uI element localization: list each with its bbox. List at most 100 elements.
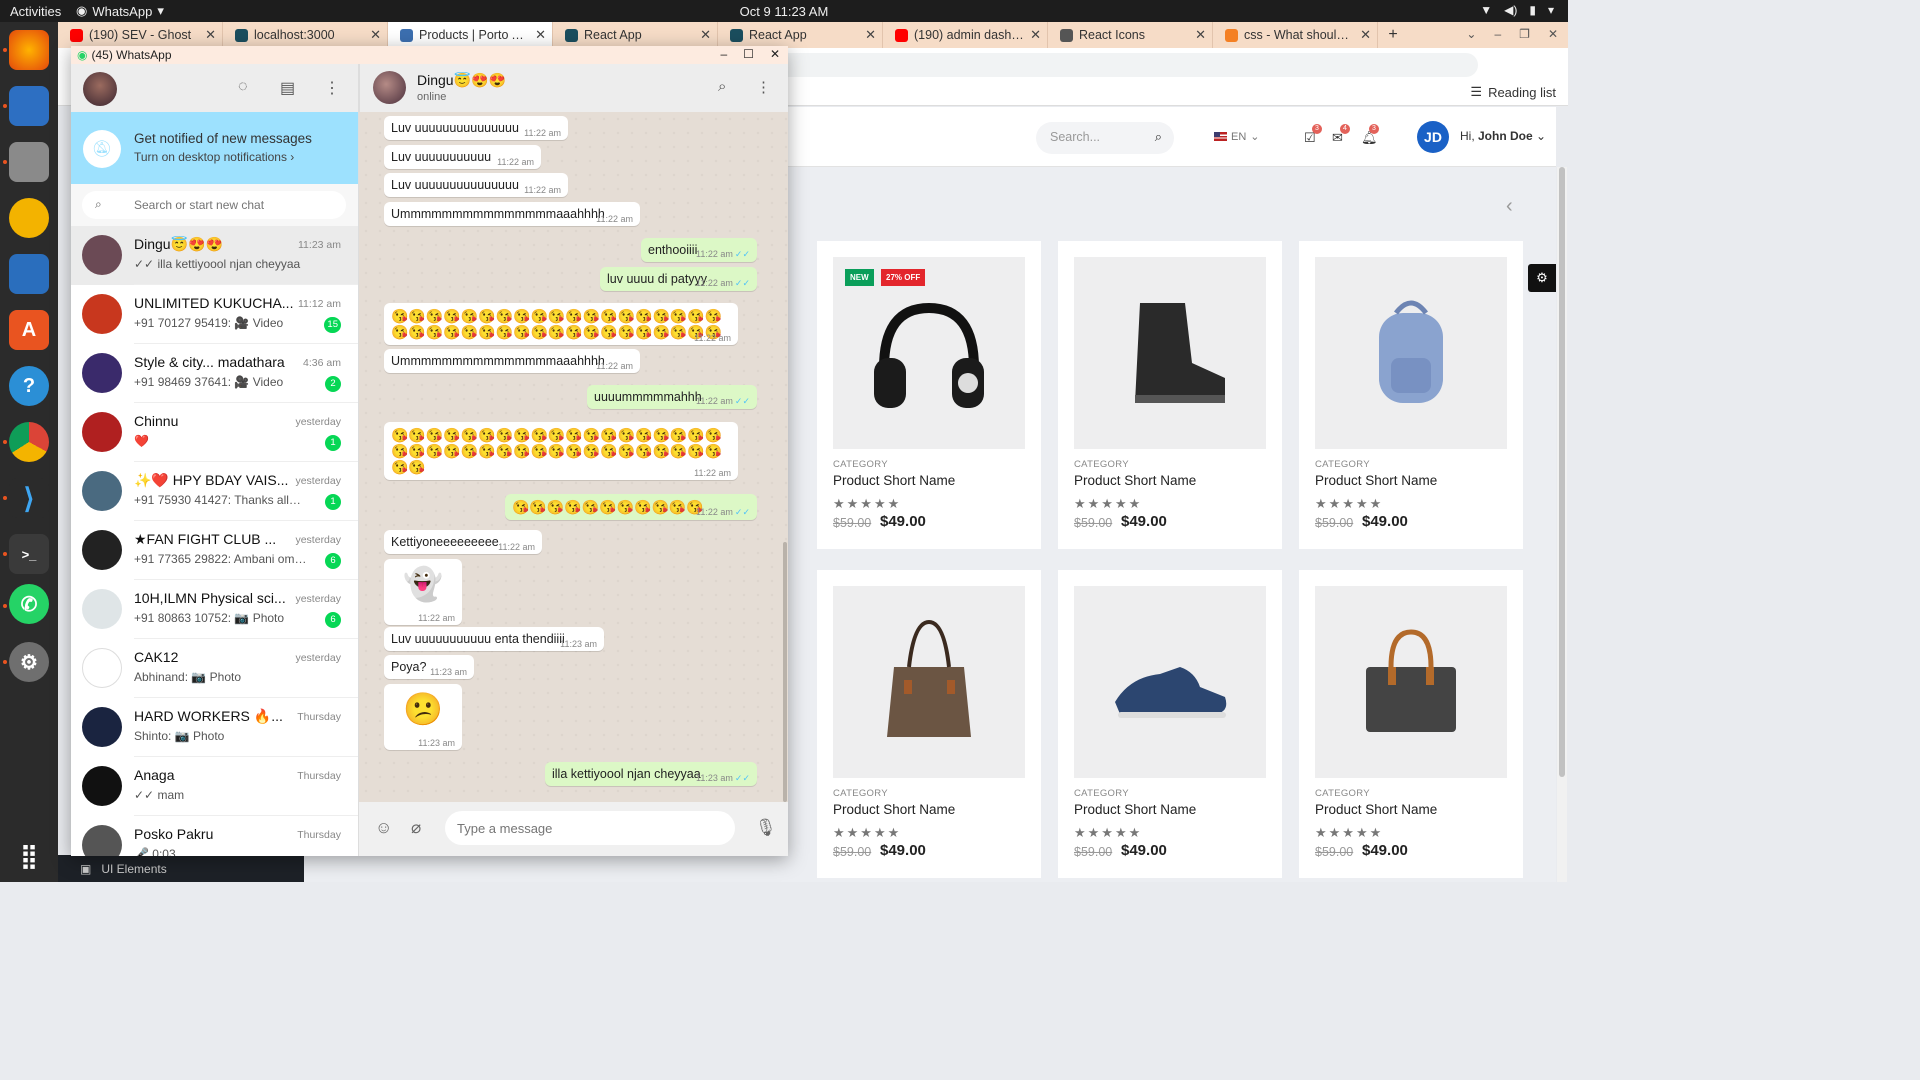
bell-icon[interactable]: 🔔︎ 3 (1361, 124, 1379, 146)
close-icon[interactable]: ✕ (535, 27, 546, 43)
page-scrollbar[interactable] (1557, 167, 1567, 882)
incoming-message[interactable]: Luv uuuuuuuuuuuuuuu 11:22 am (384, 116, 568, 140)
software-center-icon[interactable]: A (9, 310, 49, 350)
chat-list-item[interactable]: Dingu😇😍😍 11:23 am ✓✓ illa kettiyoool njan … (71, 226, 358, 285)
emoji-icon[interactable]: ☺ (375, 818, 392, 838)
contact-avatar[interactable] (373, 71, 406, 104)
incoming-message[interactable]: 😘😘😘😘😘😘😘😘😘😘😘😘😘😘😘😘😘😘😘😘😘😘😘😘😘😘😘😘😘😘😘😘😘😘😘😘😘😘😘😘… (384, 422, 738, 480)
menu-dots-icon[interactable]: ⋮ (756, 78, 771, 96)
outgoing-message[interactable]: 😘😘😘😘😘😘😘😘😘😘😘 11:22 am ✓✓ (505, 494, 757, 520)
notification-banner[interactable]: 🔕︎ Get notified of new messages Turn on … (71, 112, 358, 184)
menu-dots-icon[interactable]: ⋮ (324, 78, 340, 98)
admin-search-input[interactable]: Search... ⌕ (1036, 122, 1174, 154)
incoming-message[interactable]: 😘😘😘😘😘😘😘😘😘😘😘😘😘😘😘😘😘😘😘😘😘😘😘😘😘😘😘😘😘😘😘😘😘😘😘😘😘😘 11… (384, 303, 738, 345)
microphone-icon[interactable]: 🎙︎ (755, 818, 777, 838)
search-icon[interactable]: ⌕ (1155, 129, 1162, 145)
minimize-icon[interactable]: – (1494, 27, 1501, 41)
product-image[interactable] (1074, 257, 1266, 449)
vscode-icon[interactable]: ⟩ (9, 478, 49, 518)
conversation-header[interactable]: Dingu😇😍😍 online ⌕ ⋮ (359, 64, 788, 112)
incoming-message[interactable]: Kettiyoneeeeeeeee 11:22 am (384, 530, 542, 554)
chat-list-item[interactable]: ✨❤️ HPY BDAY VAIS... yesterday +91 75930 4… (71, 462, 358, 521)
chat-list-item[interactable]: Posko Pakru Thursday 🎤 0:03 (71, 816, 358, 856)
product-image[interactable] (833, 586, 1025, 778)
chevron-left-icon[interactable]: ‹ (1506, 195, 1513, 218)
incoming-message[interactable]: Ummmmmmmmmmmmmmmaaahhhh 11:22 am (384, 202, 640, 226)
user-menu[interactable]: Hi, John Doe ⌄ (1460, 129, 1546, 143)
browser-tab[interactable]: React App ✕ (553, 22, 718, 48)
message-input[interactable] (445, 811, 735, 845)
close-icon[interactable]: ✕ (205, 27, 216, 43)
search-icon[interactable]: ⌕ (718, 78, 726, 95)
product-name[interactable]: Product Short Name (1315, 802, 1437, 817)
product-image[interactable] (1315, 257, 1507, 449)
product-image[interactable] (1315, 586, 1507, 778)
user-avatar[interactable]: JD (1417, 121, 1449, 153)
settings-icon[interactable]: ⚙ (9, 642, 49, 682)
tab-search-icon[interactable]: ⌄ (1466, 27, 1476, 41)
product-card[interactable]: CATEGORY Product Short Name ★★★★★ $59.00 $49… (817, 570, 1041, 878)
maximize-icon[interactable]: ☐ (743, 47, 754, 61)
scrollbar-thumb[interactable] (1559, 167, 1565, 777)
product-name[interactable]: Product Short Name (1074, 802, 1196, 817)
mail-icon[interactable]: ✉ 4 (1332, 124, 1350, 146)
new-tab-icon[interactable]: + (1378, 22, 1408, 48)
minimize-icon[interactable]: – (720, 47, 727, 61)
chat-list-item[interactable]: HARD WORKERS 🔥... Thursday Shinto: 📷 Photo (71, 698, 358, 757)
chat-list-item[interactable]: Style & city... madathara 4:36 am +91 9846… (71, 344, 358, 403)
attach-icon[interactable]: ⌀ (411, 818, 421, 838)
incoming-message[interactable]: Ummmmmmmmmmmmmmmaaahhhh 11:22 am (384, 349, 640, 373)
product-category[interactable]: CATEGORY (1074, 459, 1129, 470)
outgoing-message[interactable]: luv uuuu di patyyy 11:22 am ✓✓ (600, 267, 757, 291)
settings-gear-icon[interactable]: ⚙ (1528, 264, 1556, 292)
chat-list-item[interactable]: Anaga Thursday ✓✓ mam (71, 757, 358, 816)
outgoing-message[interactable]: uuuummmmmahhh 11:22 am ✓✓ (587, 385, 757, 409)
messages-scrollbar[interactable] (783, 542, 787, 802)
admin-sidebar-item[interactable]: ▣ UI Elements (58, 855, 304, 882)
chat-search-input[interactable] (82, 191, 346, 219)
show-apps-icon[interactable]: ⣿ (9, 836, 49, 876)
rhythmbox-icon[interactable] (9, 198, 49, 238)
thunderbird-icon[interactable] (9, 86, 49, 126)
chat-list-item[interactable]: CAK12 yesterday Abhinand: 📷 Photo (71, 639, 358, 698)
outgoing-message[interactable]: illa kettiyoool njan cheyyaa 11:23 am ✓✓ (545, 762, 757, 786)
product-card[interactable]: CATEGORY Product Short Name ★★★★★ $59.00 $49… (1058, 241, 1282, 549)
product-name[interactable]: Product Short Name (833, 802, 955, 817)
close-icon[interactable]: ✕ (1195, 27, 1206, 43)
browser-tab[interactable]: css - What should I do ✕ (1213, 22, 1378, 48)
incoming-message[interactable]: Luv uuuuuuuuuuuuuuu 11:22 am (384, 173, 568, 197)
product-category[interactable]: CATEGORY (1074, 788, 1129, 799)
address-bar[interactable] (730, 53, 1478, 77)
tasks-icon[interactable]: ☑ 3 (1304, 124, 1322, 146)
chat-list-item[interactable]: 10H,ILMN Physical sci... yesterday +91 808… (71, 580, 358, 639)
notification-link[interactable]: Turn on desktop notifications › (134, 150, 294, 164)
product-card[interactable]: CATEGORY Product Short Name ★★★★★ $59.00 $49… (1058, 570, 1282, 878)
chat-list-item[interactable]: ★FAN FIGHT CLUB ... yesterday +91 77365 29… (71, 521, 358, 580)
close-icon[interactable]: ✕ (370, 27, 381, 43)
reading-list-button[interactable]: ☰ Reading list (1470, 84, 1556, 100)
outgoing-message[interactable]: enthooiiii 11:22 am ✓✓ (641, 238, 757, 262)
chat-list-item[interactable]: UNLIMITED KUKUCHA... 11:12 am +91 70127 95… (71, 285, 358, 344)
incoming-message[interactable]: Luv uuuuuuuuuuu 11:22 am (384, 145, 541, 169)
product-card[interactable]: CATEGORY Product Short Name ★★★★★ $59.00 $49… (1299, 570, 1523, 878)
product-card[interactable]: NEW 27% OFF CATEGORY Product Short Name ★★★★… (817, 241, 1041, 549)
product-category[interactable]: CATEGORY (833, 788, 888, 799)
maximize-icon[interactable]: ❐ (1519, 27, 1530, 41)
incoming-message[interactable]: 😕 11:23 am (384, 684, 462, 750)
close-icon[interactable]: ✕ (865, 27, 876, 43)
app-menu[interactable]: ◉ WhatsApp ▾ (76, 3, 164, 19)
product-card[interactable]: CATEGORY Product Short Name ★★★★★ $59.00 $49… (1299, 241, 1523, 549)
writer-icon[interactable] (9, 254, 49, 294)
firefox-icon[interactable] (9, 30, 49, 70)
close-icon[interactable]: ✕ (1030, 27, 1041, 43)
product-category[interactable]: CATEGORY (1315, 788, 1370, 799)
terminal-icon[interactable]: >_ (9, 534, 49, 574)
whatsapp-icon[interactable]: ✆ (9, 584, 49, 624)
close-icon[interactable]: ✕ (700, 27, 711, 43)
my-avatar[interactable] (83, 72, 117, 106)
status-icon[interactable]: ◌ (238, 78, 248, 96)
new-chat-icon[interactable]: ▤ (280, 78, 295, 98)
product-category[interactable]: CATEGORY (1315, 459, 1370, 470)
product-name[interactable]: Product Short Name (1315, 473, 1437, 488)
browser-tab[interactable]: (190) admin dashboard ✕ (883, 22, 1048, 48)
